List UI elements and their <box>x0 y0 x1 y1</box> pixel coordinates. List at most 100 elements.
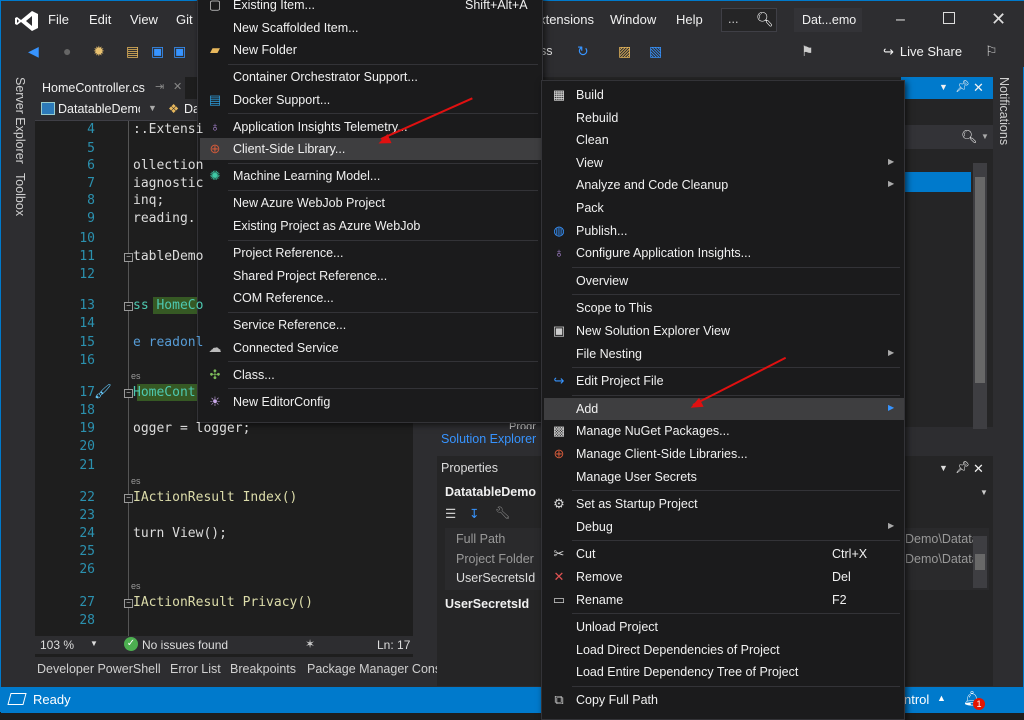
tab-breakpoints[interactable]: Breakpoints <box>230 662 296 676</box>
close-icon[interactable]: ✕ <box>973 461 984 477</box>
find-in-files-icon[interactable]: ▨ <box>618 43 631 60</box>
menu-file[interactable]: File <box>48 12 69 27</box>
menu-item-docker-support[interactable]: ▤ Docker Support... <box>200 89 542 111</box>
zoom-dropdown-icon[interactable]: ▼ <box>90 639 98 648</box>
menu-view[interactable]: View <box>130 12 158 27</box>
dropdown-icon[interactable]: ▼ <box>939 463 948 473</box>
new-project-icon[interactable]: ✹ <box>93 43 105 60</box>
toolbox-tab[interactable]: Toolbox <box>13 173 27 216</box>
codelens-hint[interactable]: es <box>131 581 141 591</box>
menu-item-com-reference[interactable]: COM Reference... <box>200 287 542 309</box>
pin-icon[interactable]: ⇥ <box>155 80 164 93</box>
property-name[interactable]: Full Path <box>456 532 505 546</box>
tab-developer-powershell[interactable]: Developer PowerShell <box>37 662 161 676</box>
issues-status[interactable]: No issues found <box>142 638 228 652</box>
menu-git[interactable]: Git <box>176 12 193 27</box>
menu-edit[interactable]: Edit <box>89 12 111 27</box>
alphabetical-icon[interactable]: ↧ <box>469 506 479 521</box>
menu-item-class[interactable]: ✣ Class... <box>200 364 542 386</box>
code-line[interactable]: ogger = logger; <box>133 421 250 436</box>
solution-search[interactable]: 🔍︎ ▼ <box>901 125 993 149</box>
server-explorer-tab[interactable]: Server Explorer <box>13 77 27 164</box>
minimize-button[interactable]: – <box>896 11 905 29</box>
menu-item-publish[interactable]: ◍ Publish... <box>544 220 904 242</box>
menu-item-load-entire-dependency-tree-of-project[interactable]: Load Entire Dependency Tree of Project <box>544 661 904 683</box>
quick-action-brush-icon[interactable]: 🖌︎ <box>94 383 112 400</box>
menu-item-manage-nuget-packages[interactable]: ▩ Manage NuGet Packages... <box>544 420 904 442</box>
chevron-down-icon[interactable]: ▼ <box>148 103 157 113</box>
notifications-tab[interactable]: Notifications <box>997 77 1011 145</box>
code-cleanup-icon[interactable]: ✶ <box>305 637 315 651</box>
close-tab-icon[interactable]: ✕ <box>173 80 182 93</box>
menu-item-pack[interactable]: Pack <box>544 197 904 219</box>
menu-item-container-orchestrator-support[interactable]: Container Orchestrator Support... <box>200 66 542 88</box>
code-line[interactable]: e readonl <box>133 335 203 350</box>
code-line[interactable]: IActionResult Index() <box>133 490 297 505</box>
menu-extensions[interactable]: Extensions <box>538 12 594 27</box>
menu-item-existing-project-as-azure-webjob[interactable]: Existing Project as Azure WebJob <box>200 215 542 237</box>
menu-item-configure-application-insights[interactable]: ♁ Configure Application Insights... <box>544 242 904 264</box>
code-line[interactable]: inq; <box>133 193 164 208</box>
menu-item-load-direct-dependencies-of-project[interactable]: Load Direct Dependencies of Project <box>544 639 904 661</box>
menu-item-analyze-and-code-cleanup[interactable]: Analyze and Code Cleanup ▶ <box>544 174 904 196</box>
property-value[interactable]: Demo\Datata <box>905 532 981 546</box>
live-share-button[interactable]: ↪ Live Share <box>883 44 962 60</box>
menu-item-debug[interactable]: Debug ▶ <box>544 516 904 538</box>
code-line[interactable]: HomeCont <box>133 385 196 400</box>
menu-item-rebuild[interactable]: Rebuild <box>544 107 904 129</box>
menu-item-new-scaffolded-item[interactable]: New Scaffolded Item... <box>200 17 542 39</box>
tab-error-list[interactable]: Error List <box>170 662 221 676</box>
menu-item-view[interactable]: View ▶ <box>544 152 904 174</box>
menu-item-client-side-library[interactable]: ⊕ Client-Side Library... <box>200 138 542 161</box>
close-button[interactable]: ✕ <box>991 9 1006 30</box>
menu-item-new-editorconfig[interactable]: ☀ New EditorConfig <box>200 391 542 413</box>
open-folder-icon[interactable]: ▤ <box>126 43 139 60</box>
properties-scrollbar-thumb[interactable] <box>975 554 985 570</box>
menu-window[interactable]: Window <box>610 12 656 27</box>
dropdown-icon[interactable]: ▼ <box>939 82 948 92</box>
property-name[interactable]: Project Folder <box>456 552 534 566</box>
code-line[interactable]: ss HomeCo <box>133 298 203 313</box>
pin-icon[interactable]: 📌︎ <box>955 460 970 474</box>
menu-item-rename[interactable]: ▭ Rename F2 <box>544 589 904 611</box>
property-name[interactable]: UserSecretsId <box>456 571 535 585</box>
menu-item-scope-to-this[interactable]: Scope to This <box>544 297 904 319</box>
solution-scrollbar-thumb[interactable] <box>975 177 985 383</box>
menu-help[interactable]: Help <box>676 12 703 27</box>
code-line[interactable]: IActionResult Privacy() <box>133 595 313 610</box>
menu-item-file-nesting[interactable]: File Nesting ▶ <box>544 343 904 365</box>
menu-item-remove[interactable]: ✕ Remove Del <box>544 566 904 588</box>
refresh-icon[interactable]: ↻ <box>577 43 589 60</box>
code-line[interactable]: reading. <box>133 211 196 226</box>
editor-tab[interactable]: HomeController.cs ⇥ ✕ <box>35 77 185 99</box>
menu-item-cut[interactable]: ✂ Cut Ctrl+X <box>544 543 904 565</box>
menu-item-project-reference[interactable]: Project Reference... <box>200 242 542 264</box>
menu-item-service-reference[interactable]: Service Reference... <box>200 314 542 336</box>
code-line[interactable]: tableDemo <box>133 249 203 264</box>
property-value[interactable]: Demo\Datata <box>905 552 981 566</box>
menu-item-clean[interactable]: Clean <box>544 129 904 151</box>
codelens-hint[interactable]: es <box>131 371 141 381</box>
source-control-button[interactable]: ntrol <box>904 692 929 707</box>
code-line[interactable]: :.Extensi <box>133 122 203 137</box>
collapse-icon[interactable]: − <box>124 599 133 608</box>
code-line[interactable]: ollection <box>133 158 203 173</box>
save-all-icon[interactable]: ▣ <box>173 43 186 60</box>
menu-item-new-solution-explorer-view[interactable]: ▣ New Solution Explorer View <box>544 320 904 342</box>
codelens-hint[interactable]: es <box>131 476 141 486</box>
menu-item-new-azure-webjob-project[interactable]: New Azure WebJob Project <box>200 192 542 214</box>
code-line[interactable]: turn View(); <box>133 526 227 541</box>
menu-item-add[interactable]: Add ▶ <box>544 397 904 420</box>
chevron-down-icon[interactable]: ▼ <box>981 132 989 141</box>
menu-item-new-folder[interactable]: ▰ New Folder <box>200 39 542 61</box>
menu-item-build[interactable]: ▦ Build <box>544 84 904 106</box>
bookmark-icon[interactable]: ⚑ <box>801 43 814 60</box>
menu-item-existing-item[interactable]: ▢ Existing Item... Shift+Alt+A <box>200 0 542 16</box>
menu-item-connected-service[interactable]: ☁ Connected Service <box>200 337 542 359</box>
menu-item-machine-learning-model[interactable]: ✺ Machine Learning Model... <box>200 165 542 187</box>
property-pages-icon[interactable]: 🔧︎ <box>495 506 511 521</box>
chevron-up-icon[interactable]: ▲ <box>937 693 946 703</box>
tab-package-manager-console[interactable]: Package Manager Console <box>307 662 458 676</box>
collapse-icon[interactable]: − <box>124 389 133 398</box>
pin-icon[interactable]: 📌︎ <box>955 79 970 93</box>
